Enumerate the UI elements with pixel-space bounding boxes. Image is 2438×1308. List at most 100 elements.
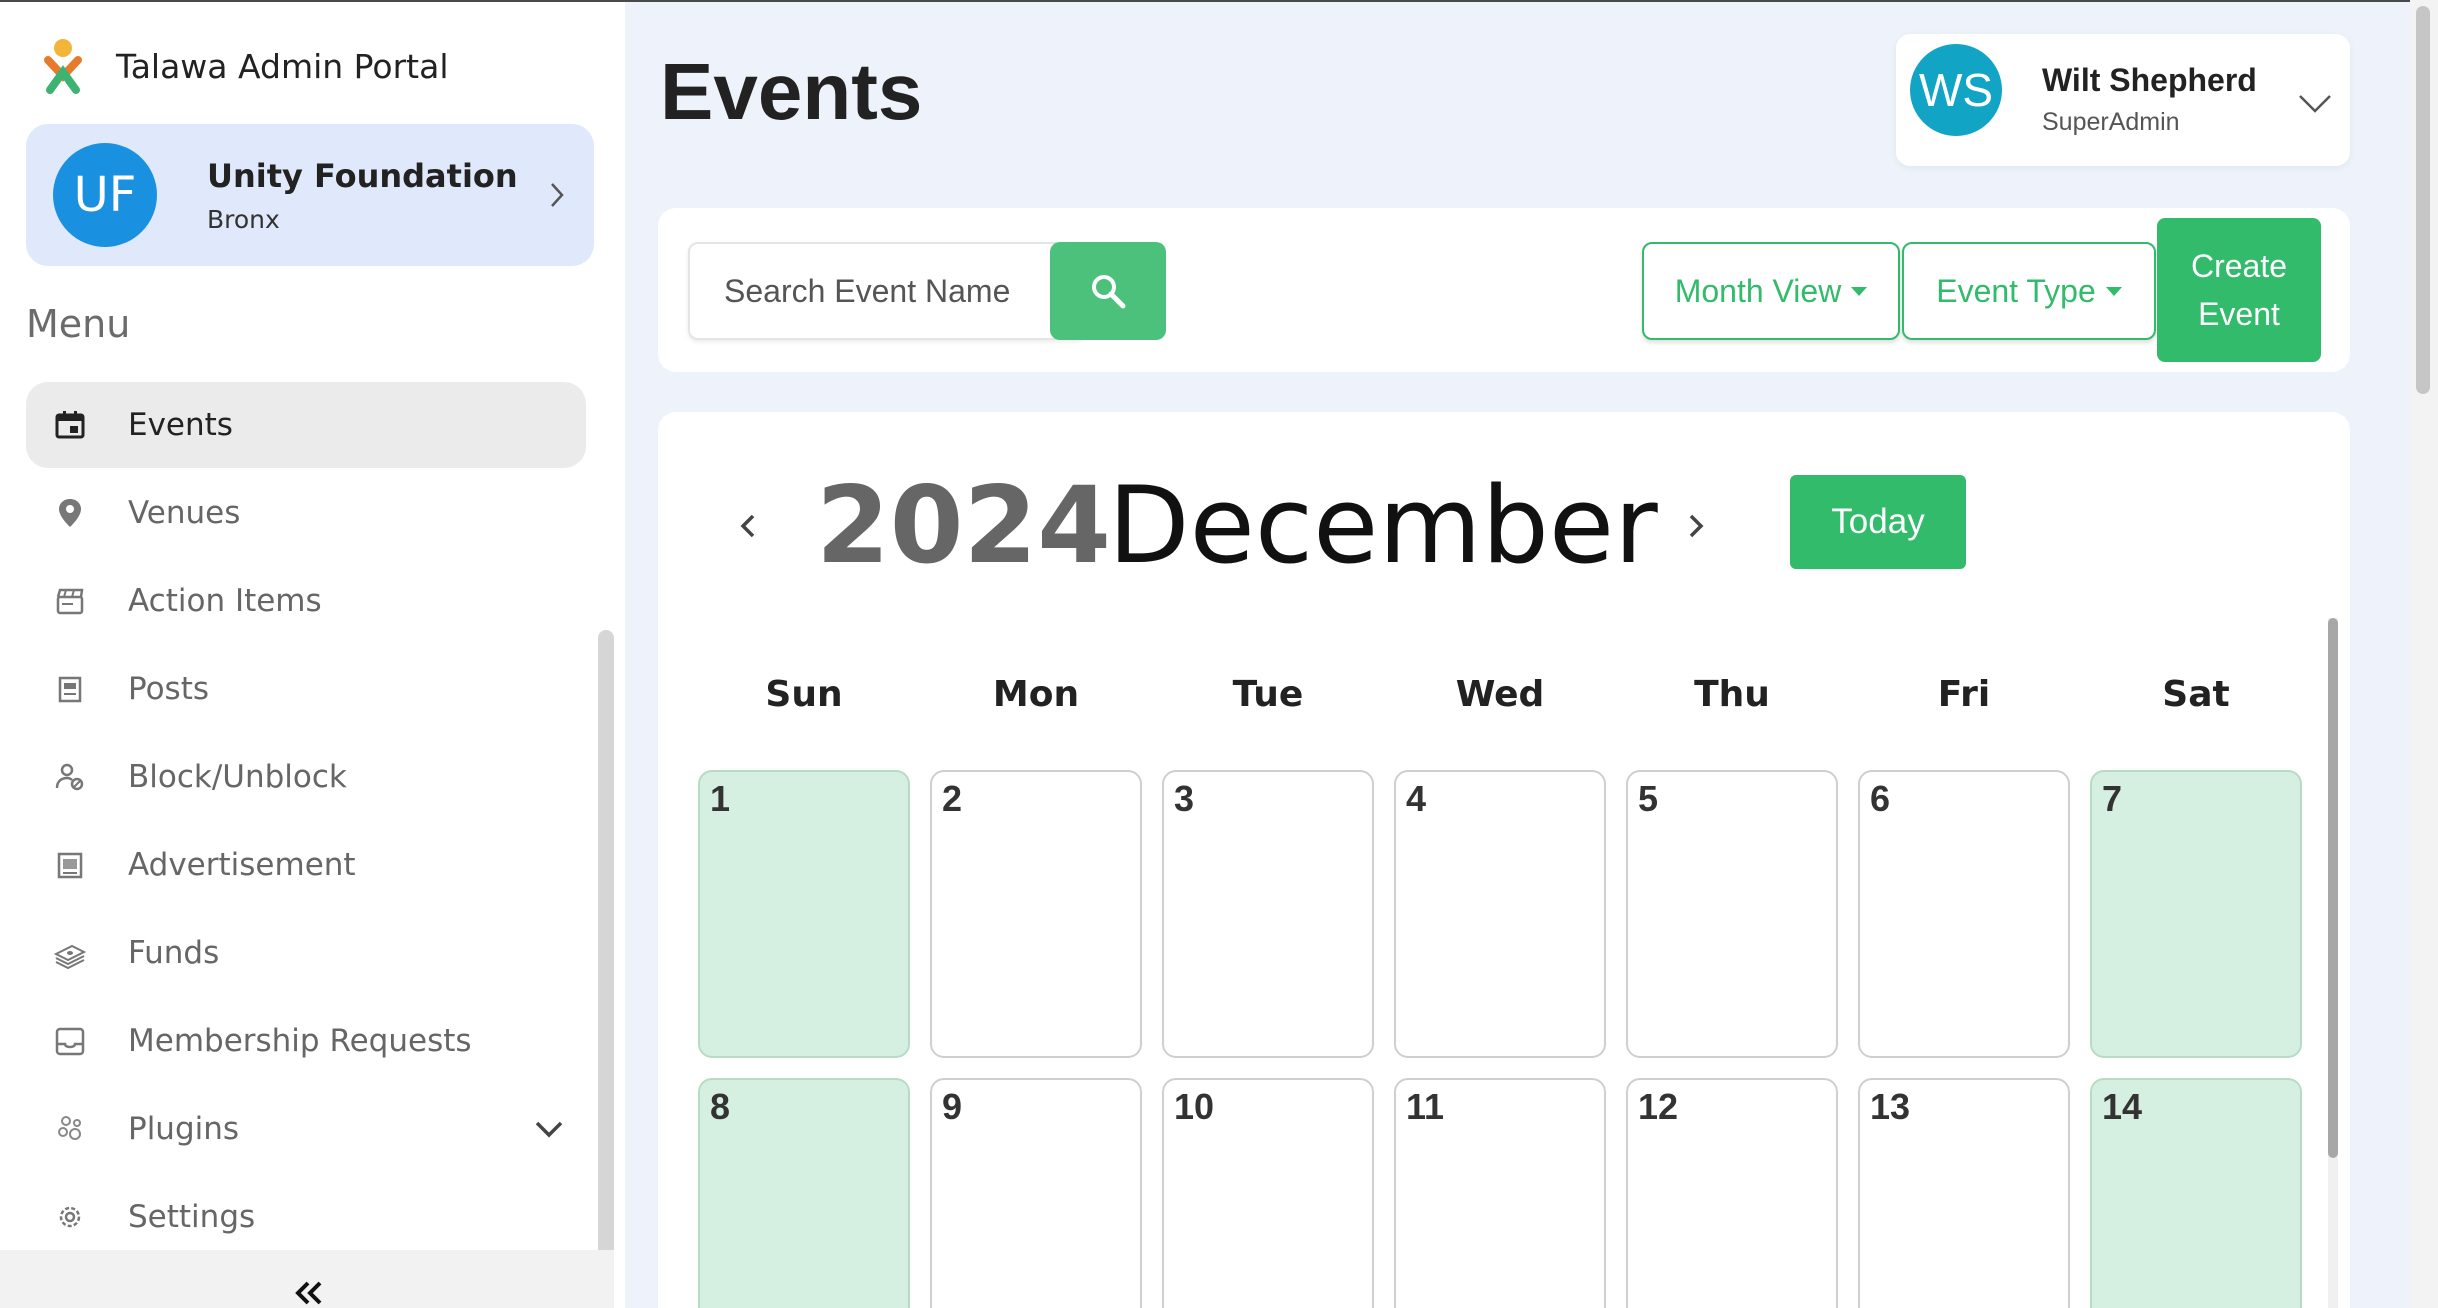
sidebar-item-plugins[interactable]: Plugins bbox=[26, 1086, 586, 1172]
weekday-label: Sat bbox=[2162, 674, 2230, 715]
plugin-icon bbox=[50, 1109, 90, 1149]
day-number: 6 bbox=[1870, 778, 1891, 819]
weekday-header: Sun Mon Tue Wed Thu Fri Sat bbox=[698, 674, 2298, 724]
day-number: 10 bbox=[1174, 1086, 1215, 1127]
menu-title: Menu bbox=[26, 302, 131, 346]
calendar-scrollbar-thumb[interactable] bbox=[2328, 618, 2338, 1158]
user-block-icon bbox=[50, 757, 90, 797]
weekday-label: Fri bbox=[1937, 674, 1991, 715]
page-title: Events bbox=[660, 47, 923, 136]
calendar-day[interactable]: 2 bbox=[930, 770, 1142, 1058]
sidebar-item-block-unblock[interactable]: Block/Unblock bbox=[26, 734, 586, 820]
weekday-label: Wed bbox=[1455, 674, 1545, 715]
document-icon bbox=[50, 669, 90, 709]
organization-name: Unity Foundation bbox=[207, 156, 518, 195]
calendar-day[interactable]: 9 bbox=[930, 1078, 1142, 1308]
gear-icon bbox=[50, 1197, 90, 1237]
search-input[interactable] bbox=[690, 244, 1050, 338]
organization-avatar: UF bbox=[53, 143, 157, 247]
page-scrollbar-thumb[interactable] bbox=[2416, 6, 2430, 394]
app-title: Talawa Admin Portal bbox=[116, 46, 449, 86]
calendar-day[interactable]: 8 bbox=[698, 1078, 910, 1308]
sidebar-item-membership-requests[interactable]: Membership Requests bbox=[26, 998, 586, 1084]
calendar-day[interactable]: 14 bbox=[2090, 1078, 2302, 1308]
search-box bbox=[688, 242, 1086, 340]
today-button[interactable]: Today bbox=[1790, 475, 1966, 569]
organization-card[interactable]: UF Unity Foundation Bronx bbox=[26, 124, 594, 266]
sidebar-item-label: Membership Requests bbox=[128, 1023, 472, 1059]
day-number: 3 bbox=[1174, 778, 1195, 819]
sidebar-item-label: Events bbox=[128, 407, 233, 443]
chevron-right-icon[interactable] bbox=[1684, 508, 1708, 544]
calendar-day[interactable]: 5 bbox=[1626, 770, 1838, 1058]
sidebar-item-settings[interactable]: Settings bbox=[26, 1174, 586, 1260]
calendar-month: December bbox=[1108, 464, 1658, 587]
create-event-button[interactable]: Create Event bbox=[2157, 218, 2321, 362]
money-stack-icon bbox=[50, 933, 90, 973]
sidebar-item-label: Funds bbox=[128, 935, 220, 971]
chevron-left-icon[interactable] bbox=[736, 508, 760, 544]
calendar-day[interactable]: 3 bbox=[1162, 770, 1374, 1058]
avatar: WS bbox=[1910, 44, 2002, 136]
organization-location: Bronx bbox=[207, 204, 280, 234]
calendar-day[interactable]: 1 bbox=[698, 770, 910, 1058]
event-type-label: Event Type bbox=[1936, 272, 2096, 309]
sidebar-item-posts[interactable]: Posts bbox=[26, 646, 586, 732]
sidebar-item-venues[interactable]: Venues bbox=[26, 470, 586, 556]
day-number: 13 bbox=[1870, 1086, 1911, 1127]
day-number: 12 bbox=[1638, 1086, 1679, 1127]
sidebar-item-funds[interactable]: Funds bbox=[26, 910, 586, 996]
day-number: 8 bbox=[710, 1086, 731, 1127]
create-event-label-line1: Create bbox=[2190, 248, 2288, 284]
weekday-label: Thu bbox=[1694, 674, 1770, 715]
sidebar-item-action-items[interactable]: Action Items bbox=[26, 558, 586, 644]
calendar-icon bbox=[50, 405, 90, 445]
calendar-year: 2024 bbox=[816, 464, 1112, 587]
chevron-down-icon bbox=[2299, 95, 2331, 113]
sidebar-item-label: Advertisement bbox=[128, 847, 356, 883]
sidebar-item-label: Plugins bbox=[128, 1111, 240, 1147]
day-number: 1 bbox=[710, 778, 731, 819]
sidebar-item-label: Block/Unblock bbox=[128, 759, 347, 795]
calendar-day[interactable]: 10 bbox=[1162, 1078, 1374, 1308]
user-name: Wilt Shepherd bbox=[2042, 62, 2257, 98]
calendar-day[interactable]: 12 bbox=[1626, 1078, 1838, 1308]
calendar-day[interactable]: 7 bbox=[2090, 770, 2302, 1058]
sidebar-scrollbar[interactable] bbox=[598, 630, 614, 1300]
sidebar-item-label: Venues bbox=[128, 495, 241, 531]
calendar-day[interactable]: 11 bbox=[1394, 1078, 1606, 1308]
chevron-down-icon[interactable] bbox=[532, 1114, 566, 1144]
events-toolbar: Month View Event Type Create Event bbox=[658, 208, 2350, 372]
weekday-label: Mon bbox=[992, 674, 1080, 715]
clapperboard-icon bbox=[50, 581, 90, 621]
weekday-label: Tue bbox=[1232, 674, 1304, 715]
day-number: 7 bbox=[2102, 778, 2123, 819]
double-chevron-left-icon[interactable] bbox=[292, 1280, 328, 1306]
chevron-right-icon bbox=[551, 183, 564, 207]
sidebar-item-label: Posts bbox=[128, 671, 210, 707]
view-mode-label: Month View bbox=[1674, 272, 1842, 309]
create-event-label-line2: Event bbox=[2198, 296, 2280, 332]
day-number: 14 bbox=[2102, 1086, 2143, 1127]
user-profile-dropdown[interactable]: WS Wilt Shepherd SuperAdmin bbox=[1896, 34, 2350, 166]
brand[interactable]: Talawa Admin Portal bbox=[38, 38, 448, 94]
day-number: 4 bbox=[1406, 778, 1427, 819]
view-mode-dropdown[interactable]: Month View bbox=[1642, 242, 1900, 340]
calendar-day[interactable]: 4 bbox=[1394, 770, 1606, 1058]
sidebar-item-label: Action Items bbox=[128, 583, 322, 619]
inbox-icon bbox=[50, 1021, 90, 1061]
event-type-dropdown[interactable]: Event Type bbox=[1902, 242, 2156, 340]
search-button[interactable] bbox=[1050, 242, 1166, 340]
calendar-day[interactable]: 6 bbox=[1858, 770, 2070, 1058]
calendar-day[interactable]: 13 bbox=[1858, 1078, 2070, 1308]
sidebar-item-events[interactable]: Events bbox=[26, 382, 586, 468]
search-icon bbox=[1092, 275, 1126, 309]
calendar: 2024 December Today Sun Mon Tue Wed Thu … bbox=[658, 412, 2350, 1308]
caret-down-icon bbox=[1851, 286, 1868, 296]
sidebar-item-advertisement[interactable]: Advertisement bbox=[26, 822, 586, 908]
sidebar: Talawa Admin Portal UF Unity Foundation … bbox=[0, 2, 625, 1308]
sidebar-item-label: Settings bbox=[128, 1199, 256, 1235]
day-number: 2 bbox=[942, 778, 963, 819]
sidebar-menu: Events Venues Action Items Posts Block/U… bbox=[26, 382, 586, 1262]
day-number: 9 bbox=[942, 1086, 963, 1127]
